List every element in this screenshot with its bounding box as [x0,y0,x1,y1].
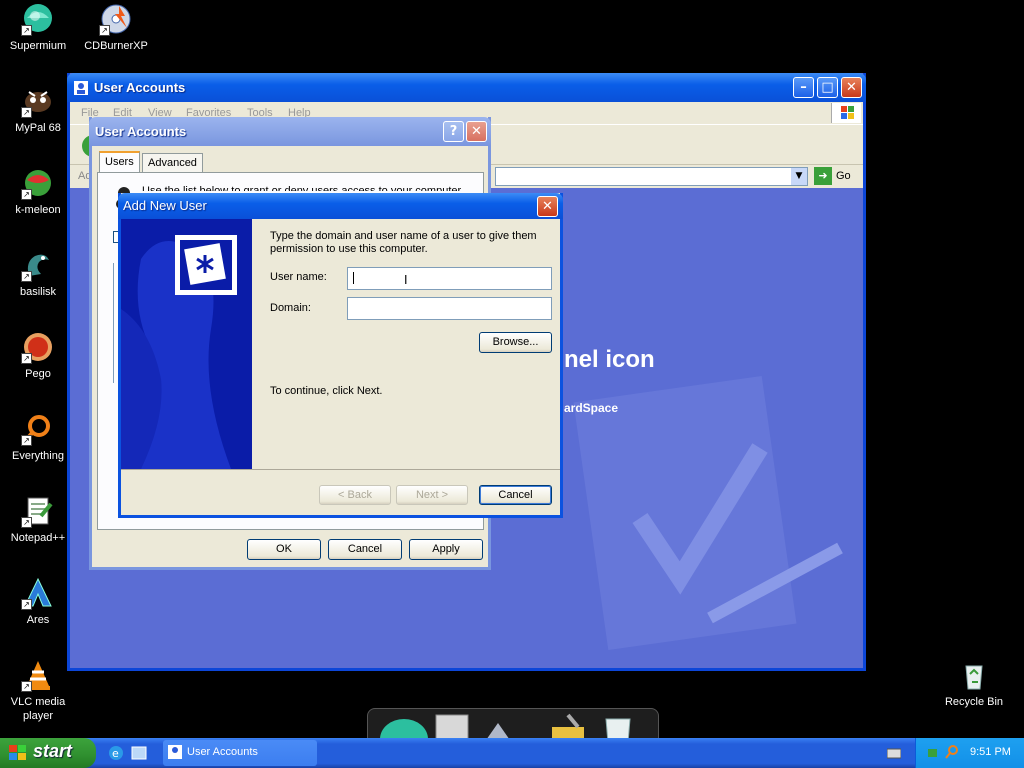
start-label: start [33,741,73,761]
user-name-input[interactable] [347,267,552,290]
help-button[interactable]: ? [443,121,464,142]
dialog-title-bar[interactable]: Add New User ✕ [118,193,563,219]
recycle-bin-dock-icon[interactable] [600,713,636,740]
title-bar[interactable]: User Accounts – □ ✕ [67,73,866,102]
taskbar: start e User Accounts 9:51 PM [0,738,1024,768]
go-button[interactable]: Go [836,170,851,182]
everything-icon: ↗ [21,412,55,446]
desktop-icon-kmeleon[interactable]: ↗ k-meleon [0,166,76,217]
user-name-label: User name: [270,271,327,283]
desktop-icon-recycle-bin[interactable]: Recycle Bin [936,658,1012,709]
clock[interactable]: 9:51 PM [970,746,1011,758]
apply-button[interactable]: Apply [409,539,483,560]
notepadpp-icon: ↗ [21,494,55,528]
mypal-icon: ↗ [21,84,55,118]
ibeam-cursor-icon: I [404,273,408,287]
wizard-side-banner [121,219,252,469]
taskbar-button-user-accounts[interactable]: User Accounts [163,740,317,766]
show-desktop-icon[interactable] [131,745,147,761]
domain-label: Domain: [270,302,311,314]
supermium-dock-icon[interactable] [378,713,430,740]
internet-explorer-icon[interactable]: e [108,745,124,761]
taskbar-button-label: User Accounts [187,746,258,758]
desktop-icon-label: k-meleon [15,204,61,216]
desktop-icon-cdburnerxp[interactable]: ↗ CDBurnerXP [78,2,154,53]
domain-input[interactable] [347,297,552,320]
close-button[interactable]: ✕ [841,77,862,98]
desktop-icon-supermium[interactable]: ↗ Supermium [0,2,76,53]
system-tray: 9:51 PM [915,738,1024,768]
keyboard-icon[interactable] [887,747,901,759]
user-accounts-icon [74,81,88,95]
tools-dock-icon[interactable] [478,713,518,740]
minimize-button[interactable]: – [793,77,814,98]
dock-bar [367,708,659,740]
next-button[interactable]: Next > [396,485,468,505]
desktop-icon-label: basilisk [19,286,57,298]
text-caret [353,272,354,284]
supermium-icon: ↗ [21,2,55,36]
desktop-icon-mypal[interactable]: ↗ MyPal 68 [0,84,76,135]
wizard-body: Type the domain and user name of a user … [252,219,560,469]
content-heading: nel icon [564,346,655,373]
start-button[interactable]: start [0,738,96,768]
cancel-button[interactable]: Cancel [479,485,552,505]
desktop-icon-notepadpp[interactable]: ↗ Notepad++ [0,494,76,545]
dialog-title: Add New User [123,198,207,213]
windows-logo-icon [831,103,861,123]
partial-description: Use the list below to grant or deny user… [142,185,462,191]
folder-tools-dock-icon[interactable] [548,713,588,740]
tab-users[interactable]: Users [99,151,140,173]
separator [121,469,560,470]
browse-button[interactable]: Browse... [479,332,552,353]
windows-flag-icon [9,745,26,760]
continue-text: To continue, click Next. [270,385,383,397]
network-icon[interactable] [926,745,940,759]
ares-icon: ↗ [21,576,55,610]
close-button[interactable]: ✕ [537,196,558,217]
go-arrow-icon[interactable]: ➜ [814,167,832,185]
address-input[interactable]: ▼ [495,167,808,186]
desktop-icon-label: Pego [25,368,51,380]
cdburnerxp-icon: ↗ [99,2,133,36]
maximize-button[interactable]: □ [817,77,838,98]
desktop-icon-label: MyPal 68 [15,122,61,134]
cancel-button[interactable]: Cancel [328,539,402,560]
kmeleon-icon: ↗ [21,166,55,200]
user-accounts-icon [168,745,182,759]
recycle-bin-icon [957,658,991,692]
dialog-title: User Accounts [95,124,187,139]
vlc-icon: ↗ [21,658,55,692]
desktop-icon-ares[interactable]: ↗ Ares [0,576,76,627]
desktop-icon-label: VLC media player [10,696,66,722]
desktop-icon-label: Ares [26,614,50,626]
pego-icon: ↗ [21,330,55,364]
desktop-icon-vlc[interactable]: ↗ VLC media player [0,658,76,723]
svg-text:e: e [112,747,119,760]
wizard-watermark-icon [121,235,237,469]
close-button[interactable]: ✕ [466,121,487,142]
add-new-user-dialog[interactable]: Add New User ✕ Type the domain and user … [118,193,563,518]
desktop-icon-pego[interactable]: ↗ Pego [0,330,76,381]
ok-button[interactable]: OK [247,539,321,560]
instruction-text: Type the domain and user name of a user … [270,230,537,255]
desktop-icon-label: Recycle Bin [944,696,1004,708]
window-title: User Accounts [94,80,186,95]
dialog-title-bar[interactable]: User Accounts ? ✕ [89,117,491,146]
desktop-icon-basilisk[interactable]: ↗ basilisk [0,248,76,299]
desktop-icon-label: Notepad++ [10,532,66,544]
basilisk-icon: ↗ [21,248,55,282]
mail-dock-icon[interactable] [434,713,470,740]
desktop-icon-label: Supermium [9,40,67,52]
search-icon[interactable] [944,744,960,760]
desktop-icon-label: CDBurnerXP [84,40,148,52]
back-button[interactable]: < Back [319,485,391,505]
desktop-icon-label: Everything [12,450,64,462]
chevron-down-icon[interactable]: ▼ [791,168,807,185]
content-link[interactable]: ardSpace [564,401,618,415]
tab-advanced[interactable]: Advanced [142,153,203,173]
desktop-icon-everything[interactable]: ↗ Everything [0,412,76,463]
